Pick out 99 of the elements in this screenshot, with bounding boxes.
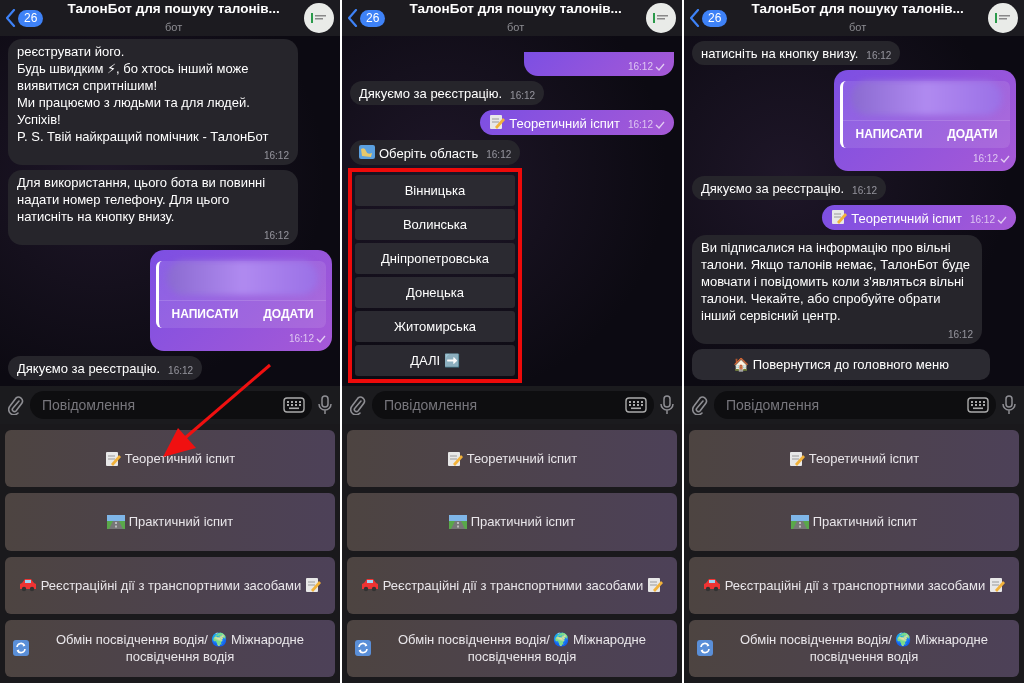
message-text: Дякуємо за реєстрацію. — [17, 360, 161, 377]
back-button[interactable]: 26 — [690, 9, 728, 27]
chevron-left-icon — [690, 9, 700, 27]
message-time: 16:12 — [168, 364, 194, 377]
keyboard-button[interactable]: Практичний іспит — [689, 493, 1019, 551]
notepad-pencil-icon — [831, 209, 848, 225]
message-text: Дякуємо за реєстрацію. — [701, 180, 845, 197]
paperclip-icon[interactable] — [350, 395, 366, 415]
keyboard-button[interactable]: Теоретичний іспит — [689, 430, 1019, 488]
contact-action-button[interactable]: ДОДАТИ — [943, 124, 1002, 145]
notepad-pencil-icon — [489, 114, 506, 130]
keyboard-button[interactable]: Обмін посвідчення водія/ 🌍 Міжнародне посвідчення водія — [689, 619, 1019, 677]
chat-title: ТалонБот для пошуку талонів... — [750, 1, 965, 17]
road-icon — [790, 514, 809, 529]
message-text: Для використання, цього бота ви повинні надати номер телефону. Для цього натисніть на кнопку внизу. — [17, 174, 267, 225]
inline-keyboard-button[interactable]: Вінницька — [355, 175, 515, 206]
notepad-pencil-icon — [104, 450, 121, 467]
car-icon — [18, 578, 37, 593]
car-icon — [360, 578, 379, 593]
message-time: 16:12 — [510, 89, 536, 102]
message-text: натисніть на кнопку внизу. — [701, 45, 859, 62]
message-time: 16:12 — [263, 149, 289, 162]
message-text: Дякуємо за реєстрацію. — [359, 85, 503, 102]
message-time: 16:12 — [852, 184, 878, 197]
avatar[interactable] — [304, 3, 334, 33]
keyboard-button[interactable]: Обмін посвідчення водія/ 🌍 Міжнародне посвідчення водія — [5, 619, 335, 677]
inline-keyboard-button[interactable]: ДАЛІ ➡ — [355, 345, 515, 376]
message-time: 16:12 — [972, 152, 998, 165]
inline-keyboard-button[interactable]: Донецька — [355, 277, 515, 308]
refresh-icon — [697, 640, 713, 657]
microphone-icon[interactable] — [660, 395, 674, 415]
notepad-pencil-icon — [305, 577, 322, 594]
contact-action-button[interactable]: НАПИСАТИ — [167, 304, 243, 325]
map-icon — [359, 144, 375, 160]
notepad-pencil-icon — [788, 450, 805, 467]
microphone-icon[interactable] — [1002, 395, 1016, 415]
message-text: Оберіть область — [379, 145, 479, 162]
check-icon — [1000, 154, 1010, 163]
check-icon — [655, 62, 665, 71]
microphone-icon[interactable] — [318, 395, 332, 415]
message-time: 16:12 — [263, 229, 289, 242]
keyboard-button[interactable]: Обмін посвідчення водія/ 🌍 Міжнародне посвідчення водія — [347, 619, 677, 677]
message-text: Ви підписалися на інформацію про вільні талони. Якщо талонів немає, ТалонБот буде мовчати і повідомить коли з'являться вільні талони. Чекайте, або спробуйте обрати інший сервісний центр. — [701, 239, 971, 324]
keyboard-button[interactable]: Реєстраційні дії з транспортними засобами — [5, 556, 335, 614]
message-time: 16:12 — [627, 118, 653, 131]
unread-count-badge: 26 — [18, 9, 44, 27]
keyboard-button[interactable]: Реєстраційні дії з транспортними засобами — [689, 556, 1019, 614]
chat-subtitle: бот — [507, 20, 525, 33]
contact-action-button[interactable]: ДОДАТИ — [259, 304, 318, 325]
keyboard-button[interactable]: Практичний іспит — [347, 493, 677, 551]
refresh-icon — [355, 640, 371, 657]
notepad-pencil-icon — [647, 577, 664, 594]
chat-subtitle: бот — [849, 20, 867, 33]
unread-count-badge: 26 — [702, 9, 728, 27]
road-icon — [106, 514, 125, 529]
keyboard-icon[interactable] — [967, 397, 989, 413]
message-input-field[interactable]: Повідомлення — [714, 391, 996, 419]
check-icon — [997, 215, 1007, 224]
message-time: 16:12 — [866, 49, 892, 62]
message-time: 16:12 — [969, 213, 995, 226]
notepad-pencil-icon — [446, 450, 463, 467]
message-text: реєструвати його. Будь швидким ⚡, бо хтось інший може виявитися спритнішим! Ми працюємо з людьми та для людей. Успіхів! P. S. Твій найкращий помічник - ТалонБот — [17, 43, 270, 145]
chat-title: ТалонБот для пошуку талонів... — [66, 1, 281, 17]
avatar[interactable] — [988, 3, 1018, 33]
keyboard-icon[interactable] — [283, 397, 305, 413]
message-input-field[interactable]: Повідомлення — [30, 391, 312, 419]
message-input-field[interactable]: Повідомлення — [372, 391, 654, 419]
unread-count-badge: 26 — [360, 9, 386, 27]
contact-action-button[interactable]: НАПИСАТИ — [851, 124, 927, 145]
chat-subtitle: бот — [165, 20, 183, 33]
message-text: Теоретичний іспит — [509, 115, 620, 132]
inline-keyboard-button[interactable]: Волинська — [355, 209, 515, 240]
paperclip-icon[interactable] — [692, 395, 708, 415]
check-icon — [316, 334, 326, 343]
notepad-pencil-icon — [989, 577, 1006, 594]
inline-keyboard-button[interactable]: 🏠 Повернутися до головного меню — [692, 349, 990, 380]
keyboard-button[interactable]: Реєстраційні дії з транспортними засобами — [347, 556, 677, 614]
check-icon — [655, 120, 665, 129]
keyboard-button[interactable]: Теоретичний іспит — [347, 430, 677, 488]
keyboard-icon[interactable] — [625, 397, 647, 413]
chevron-left-icon — [6, 9, 16, 27]
road-icon — [448, 514, 467, 529]
message-text: Теоретичний іспит — [851, 210, 962, 227]
inline-keyboard-button[interactable]: Житомирська — [355, 311, 515, 342]
back-button[interactable]: 26 — [348, 9, 386, 27]
back-button[interactable]: 26 — [6, 9, 44, 27]
keyboard-button[interactable]: Практичний іспит — [5, 493, 335, 551]
message-time: 16:12 — [947, 328, 973, 341]
refresh-icon — [13, 640, 29, 657]
chevron-left-icon — [348, 9, 358, 27]
message-time: 16:12 — [486, 148, 512, 161]
message-time: 16:12 — [288, 332, 314, 345]
keyboard-button[interactable]: Теоретичний іспит — [5, 430, 335, 488]
chat-title: ТалонБот для пошуку талонів... — [408, 1, 623, 17]
inline-keyboard-button[interactable]: Дніпропетровська — [355, 243, 515, 274]
avatar[interactable] — [646, 3, 676, 33]
paperclip-icon[interactable] — [8, 395, 24, 415]
car-icon — [702, 578, 721, 593]
message-time: 16:12 — [627, 60, 653, 73]
